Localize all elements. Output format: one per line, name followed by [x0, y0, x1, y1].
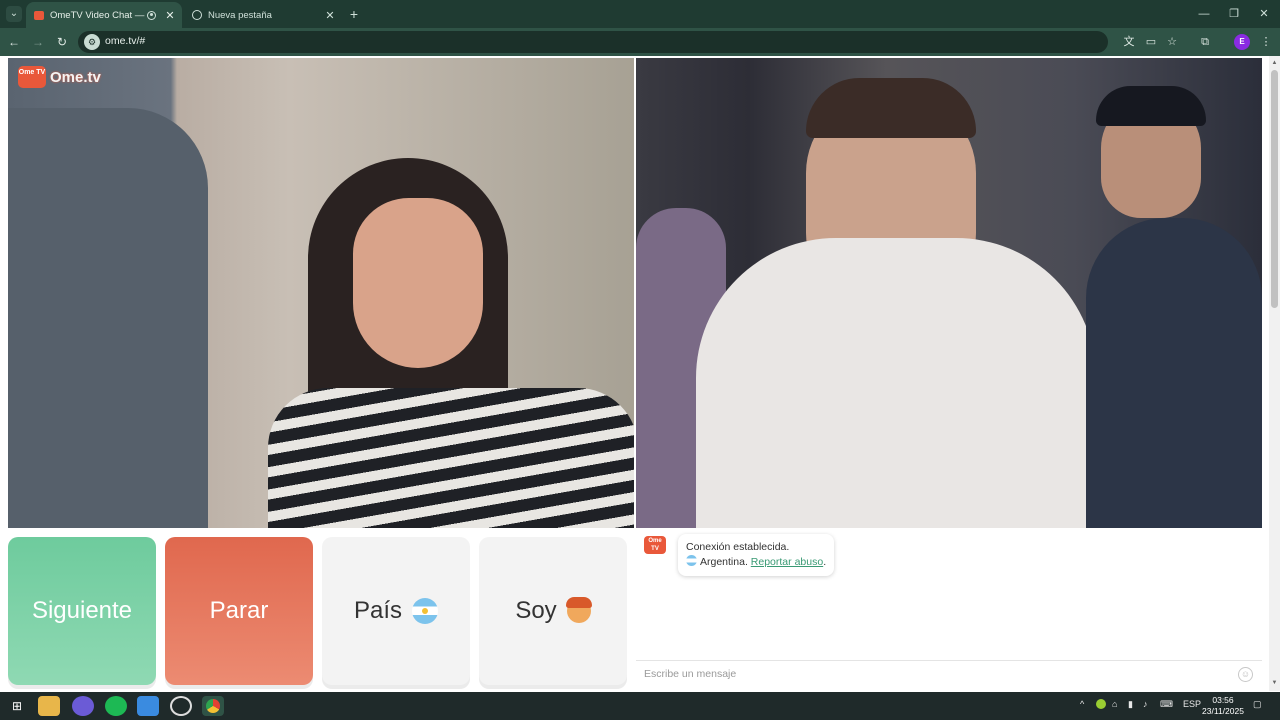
ometv-page: Ome TV Ome.tv Siguiente Parar País Soy O… [0, 56, 1269, 710]
battery-icon[interactable]: ▮ [1128, 699, 1133, 710]
video-shape [353, 198, 483, 368]
profile-avatar[interactable]: E [1234, 34, 1250, 50]
argentina-flag-icon [412, 598, 439, 624]
report-suffix: . [823, 556, 827, 568]
remote-video [636, 58, 1262, 528]
ometv-favicon-icon [34, 10, 44, 20]
windows-start-icon[interactable]: ⊞ [6, 696, 28, 716]
minimize-icon[interactable]: — [1187, 4, 1221, 24]
tray-app-icon[interactable] [1096, 699, 1106, 709]
cast-icon[interactable]: ▭ [1143, 34, 1159, 50]
clock[interactable]: 03:56 23/11/2025 [1198, 695, 1248, 717]
volume-icon[interactable]: ♪ [1143, 699, 1148, 709]
browser-tab-strip: ⌄ OmeTV Video Chat — Ome ✕ Nueva pestaña… [0, 0, 1280, 28]
url-text[interactable]: ome.tv/# [105, 35, 145, 47]
video-shape [1086, 218, 1262, 528]
notifications-icon[interactable]: ▢ [1253, 699, 1262, 710]
ometv-logo: Ome TV Ome.tv [18, 66, 101, 88]
stop-button-label: Parar [209, 597, 269, 624]
kebab-menu-icon[interactable]: ⋮ [1258, 34, 1274, 50]
country-button[interactable]: País [322, 537, 470, 685]
boy-emoji-icon [565, 597, 592, 623]
next-button-label: Siguiente [31, 597, 133, 624]
video-shape [806, 78, 976, 138]
close-icon[interactable]: ✕ [164, 9, 176, 22]
partner-country-line: Argentina. Reportar abuso. [686, 555, 826, 570]
gender-button[interactable]: Soy [479, 537, 627, 685]
chrome-icon[interactable] [202, 696, 224, 716]
close-icon[interactable]: ✕ [324, 9, 336, 22]
forward-icon[interactable]: → [30, 34, 46, 50]
keyboard-icon[interactable]: ⌨ [1160, 699, 1173, 710]
browser-toolbar: ← → ↻ ⚙ ome.tv/# 文 ▭ ☆ ⧉ E ⋮ [0, 28, 1280, 56]
clock-time: 03:56 [1212, 695, 1234, 705]
tab-title: OmeTV Video Chat — Ome [50, 9, 147, 21]
connection-status: Conexión establecida. [686, 541, 790, 553]
discord-icon[interactable] [72, 696, 94, 716]
scroll-down-icon[interactable]: ▼ [1270, 680, 1279, 686]
stop-button[interactable]: Parar [165, 537, 313, 685]
network-icon[interactable]: ⌂ [1112, 699, 1117, 709]
plus-icon[interactable]: + [346, 6, 362, 22]
gender-button-label: Soy [515, 597, 557, 624]
page-scrollbar[interactable]: ▲ ▼ [1269, 56, 1280, 691]
app-icon[interactable] [137, 696, 159, 716]
next-button[interactable]: Siguiente [8, 537, 156, 685]
recording-icon [147, 10, 156, 20]
obs-icon[interactable] [170, 696, 192, 716]
spotify-icon[interactable] [105, 696, 127, 716]
video-shape [696, 238, 1096, 528]
video-shape [268, 388, 634, 528]
tab-ometv[interactable]: OmeTV Video Chat — Ome ✕ [26, 2, 182, 28]
partner-country: Argentina. [700, 556, 748, 568]
address-bar[interactable]: ⚙ ome.tv/# [78, 31, 1108, 53]
ometv-logo-icon: Ome TV [18, 66, 46, 88]
back-icon[interactable]: ← [6, 34, 22, 50]
scrollbar-thumb[interactable] [1271, 70, 1278, 308]
extensions-icon[interactable]: ⧉ [1197, 34, 1213, 50]
system-message: Conexión establecida. Argentina. Reporta… [678, 534, 835, 576]
scroll-up-icon[interactable]: ▲ [1270, 60, 1279, 66]
message-input[interactable] [642, 667, 1226, 681]
reload-icon[interactable]: ↻ [54, 34, 70, 50]
star-icon[interactable]: ☆ [1164, 34, 1180, 50]
chevron-up-icon[interactable]: ^ [1080, 699, 1084, 709]
report-abuse-link[interactable]: Reportar abuso [751, 556, 823, 568]
windows-taskbar: ⊞ ^ ⌂ ▮ ♪ ⌨ ESP 03:56 23/11/2025 ▢ [0, 692, 1280, 720]
video-shape [8, 108, 208, 528]
tab-title: Nueva pestaña [208, 9, 272, 21]
chrome-logo-icon [206, 699, 220, 713]
ometv-chat-icon: Ome TV [644, 536, 666, 554]
local-video: Ome TV Ome.tv [8, 58, 634, 528]
restore-icon[interactable]: ❐ [1217, 4, 1251, 24]
site-info-icon[interactable]: ⚙ [84, 34, 100, 50]
message-bar: ☺ [636, 660, 1262, 688]
argentina-flag-icon [686, 555, 697, 566]
tab-search-icon[interactable]: ⌄ [6, 6, 22, 22]
translate-icon[interactable]: 文 [1121, 34, 1137, 50]
video-shape [1096, 86, 1206, 126]
tab-new[interactable]: Nueva pestaña ✕ [184, 2, 342, 28]
globe-icon [192, 10, 202, 20]
smiley-icon[interactable]: ☺ [1238, 667, 1253, 682]
file-explorer-icon[interactable] [38, 696, 60, 716]
country-button-label: País [353, 597, 403, 624]
clock-date: 23/11/2025 [1202, 706, 1244, 716]
close-window-icon[interactable]: ✕ [1247, 4, 1280, 24]
ometv-logo-text: Ome.tv [50, 68, 101, 86]
